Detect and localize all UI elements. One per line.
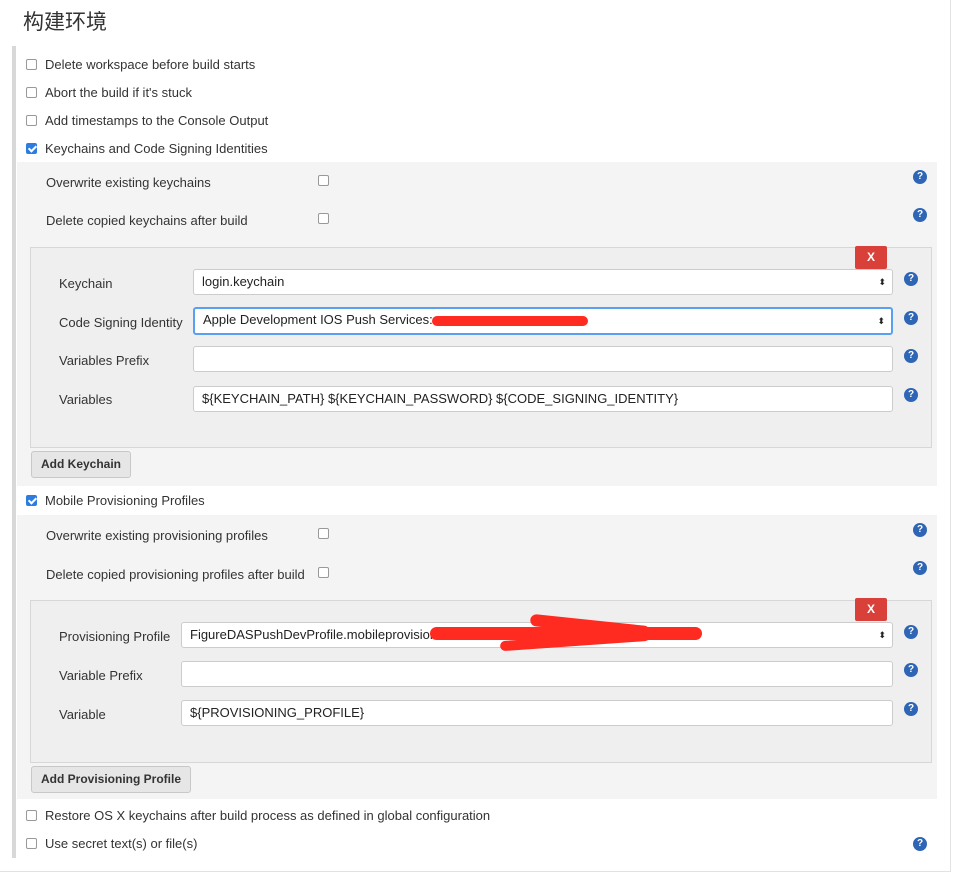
option-mobile-profiles[interactable]: Mobile Provisioning Profiles <box>26 493 205 508</box>
keychains-identities-checkbox[interactable] <box>26 143 37 154</box>
variable-label: Variable <box>59 707 106 722</box>
add-timestamps-label: Add timestamps to the Console Output <box>45 113 269 128</box>
delete-copied-profiles-label: Delete copied provisioning profiles afte… <box>46 567 305 582</box>
code-signing-identity-help-icon[interactable]: ? <box>904 311 918 325</box>
delete-copied-profiles-help-icon[interactable]: ? <box>913 561 927 575</box>
secret-text-checkbox[interactable] <box>26 838 37 849</box>
variable-prefix-input[interactable] <box>181 661 893 687</box>
variables-prefix-help-icon[interactable]: ? <box>904 349 918 363</box>
section-title: 构建环境 <box>23 10 107 34</box>
section-indent-bar <box>12 46 16 858</box>
delete-copied-keychains-help-icon[interactable]: ? <box>913 208 927 222</box>
option-delete-workspace[interactable]: Delete workspace before build starts <box>26 57 255 72</box>
variables-prefix-label: Variables Prefix <box>59 353 150 368</box>
overwrite-profiles-checkbox[interactable] <box>318 528 329 539</box>
delete-workspace-label: Delete workspace before build starts <box>45 57 256 72</box>
overwrite-profiles-help-icon[interactable]: ? <box>913 523 927 537</box>
overwrite-keychains-label: Overwrite existing keychains <box>46 175 211 190</box>
option-keychains-identities[interactable]: Keychains and Code Signing Identities <box>26 141 268 156</box>
option-add-timestamps[interactable]: Add timestamps to the Console Output <box>26 113 268 128</box>
redaction-mark <box>432 316 588 326</box>
variables-label: Variables <box>59 392 113 407</box>
provisioning-profile-help-icon[interactable]: ? <box>904 625 918 639</box>
abort-stuck-label: Abort the build if it's stuck <box>45 85 192 100</box>
delete-copied-profiles-checkbox[interactable] <box>318 567 329 578</box>
code-signing-identity-label: Code Signing Identity <box>59 315 183 330</box>
delete-copied-keychains-label: Delete copied keychains after build <box>46 213 248 228</box>
delete-copied-keychains-checkbox[interactable] <box>318 213 329 224</box>
variables-prefix-input[interactable] <box>193 346 893 372</box>
restore-keychains-label: Restore OS X keychains after build proce… <box>45 808 491 823</box>
add-timestamps-checkbox[interactable] <box>26 115 37 126</box>
remove-profile-button[interactable]: X <box>855 598 887 621</box>
variables-help-icon[interactable]: ? <box>904 388 918 402</box>
variables-input[interactable]: ${KEYCHAIN_PATH} ${KEYCHAIN_PASSWORD} ${… <box>193 386 893 412</box>
provisioning-profile-value: FigureDASPushDevProfile.mobileprovision <box>190 627 438 642</box>
option-restore-keychains[interactable]: Restore OS X keychains after build proce… <box>26 808 490 823</box>
secret-text-help-icon[interactable]: ? <box>913 837 927 851</box>
remove-keychain-button[interactable]: X <box>855 246 887 269</box>
code-signing-identity-value: Apple Development IOS Push Services: <box>203 312 433 327</box>
keychain-select[interactable]: login.keychain ⬍ <box>193 269 893 295</box>
overwrite-keychains-help-icon[interactable]: ? <box>913 170 927 184</box>
option-abort-stuck[interactable]: Abort the build if it's stuck <box>26 85 192 100</box>
variable-help-icon[interactable]: ? <box>904 702 918 716</box>
mobile-profiles-checkbox[interactable] <box>26 495 37 506</box>
overwrite-keychains-checkbox[interactable] <box>318 175 329 186</box>
mobile-profiles-label: Mobile Provisioning Profiles <box>45 493 205 508</box>
keychain-label: Keychain <box>59 276 113 291</box>
variable-prefix-help-icon[interactable]: ? <box>904 663 918 677</box>
keychain-value: login.keychain <box>202 274 285 289</box>
restore-keychains-checkbox[interactable] <box>26 810 37 821</box>
provisioning-profile-label: Provisioning Profile <box>59 629 171 644</box>
keychains-identities-label: Keychains and Code Signing Identities <box>45 141 268 156</box>
add-keychain-button[interactable]: Add Keychain <box>31 451 132 478</box>
delete-workspace-checkbox[interactable] <box>26 59 37 70</box>
add-provisioning-profile-button[interactable]: Add Provisioning Profile <box>31 766 192 793</box>
code-signing-identity-select-arrow-icon: ⬍ <box>877 316 885 326</box>
secret-text-label: Use secret text(s) or file(s) <box>45 836 198 851</box>
abort-stuck-checkbox[interactable] <box>26 87 37 98</box>
overwrite-profiles-label: Overwrite existing provisioning profiles <box>46 528 268 543</box>
variable-prefix-label: Variable Prefix <box>59 668 143 683</box>
option-secret-text[interactable]: Use secret text(s) or file(s) <box>26 836 197 851</box>
variable-input[interactable]: ${PROVISIONING_PROFILE} <box>181 700 893 726</box>
keychain-select-arrow-icon: ⬍ <box>878 277 886 287</box>
keychain-help-icon[interactable]: ? <box>904 272 918 286</box>
provisioning-profile-select-arrow-icon: ⬍ <box>878 630 886 640</box>
build-environment-section: 构建环境 Delete workspace before build start… <box>0 0 951 872</box>
